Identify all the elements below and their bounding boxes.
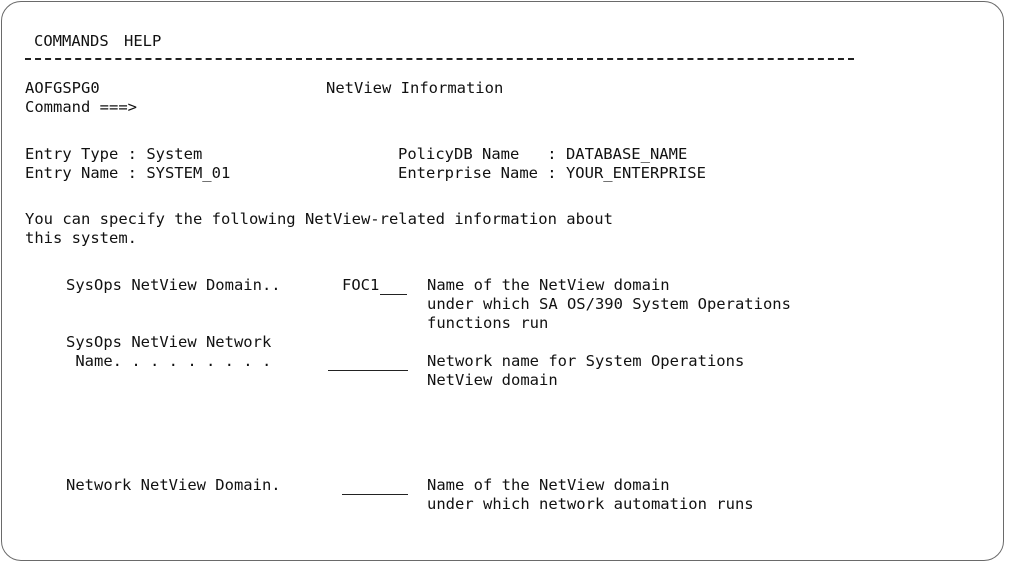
menu-commands[interactable]: COMMANDS <box>34 32 109 51</box>
entry-name: Entry Name : SYSTEM_01 <box>25 164 231 182</box>
network-domain-input-underline <box>342 494 408 495</box>
sysops-network-input-underline <box>328 370 408 371</box>
sysops-domain-label: SysOps NetView Domain.. <box>66 276 281 294</box>
network-domain-desc-1: Name of the NetView domain <box>427 476 670 494</box>
intro-line-1: You can specify the following NetView-re… <box>25 210 613 228</box>
sysops-domain-input[interactable]: FOC1 <box>342 276 379 295</box>
panel-title: NetView Information <box>326 79 504 97</box>
sysops-network-label-1: SysOps NetView Network <box>66 333 272 351</box>
menu-help[interactable]: HELP <box>124 32 161 51</box>
sysops-network-desc-1: Network name for System Operations <box>427 352 745 370</box>
sysops-domain-input-underline <box>380 294 407 295</box>
policydb-name: PolicyDB Name : DATABASE_NAME <box>398 145 688 163</box>
command-input[interactable] <box>150 98 840 116</box>
command-prompt: Command ===> <box>25 98 137 116</box>
panel-id: AOFGSPG0 <box>25 79 100 97</box>
sysops-network-desc-2: NetView domain <box>427 371 558 389</box>
sysops-domain-desc-3: functions run <box>427 314 549 332</box>
entry-type: Entry Type : System <box>25 145 203 163</box>
network-domain-desc-2: under which network automation runs <box>427 495 754 513</box>
intro-line-2: this system. <box>25 229 137 247</box>
menu-separator <box>25 58 854 60</box>
sysops-network-label-2: Name. . . . . . . . . <box>66 352 272 370</box>
network-domain-label: Network NetView Domain. <box>66 476 281 494</box>
enterprise-name: Enterprise Name : YOUR_ENTERPRISE <box>398 164 706 182</box>
sysops-domain-desc-1: Name of the NetView domain <box>427 276 670 294</box>
sysops-domain-desc-2: under which SA OS/390 System Operations <box>427 295 791 313</box>
